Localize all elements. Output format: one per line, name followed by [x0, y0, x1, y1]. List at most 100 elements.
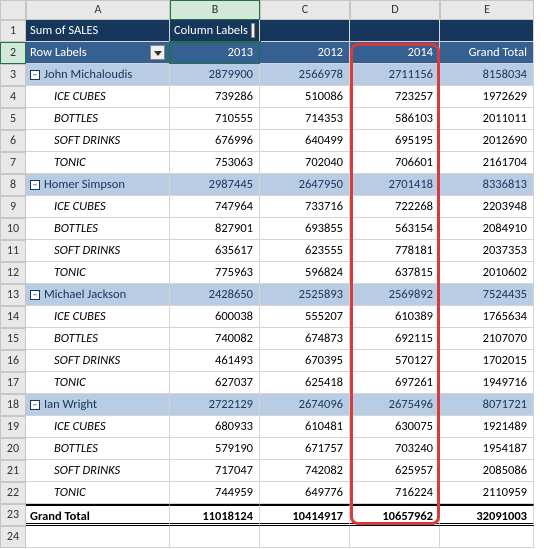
col-A[interactable]: A: [26, 0, 170, 20]
group-val[interactable]: 2647950: [260, 174, 350, 196]
group-val[interactable]: 2711156: [350, 64, 440, 86]
item-val[interactable]: 740082: [170, 328, 260, 350]
item-val[interactable]: 671757: [260, 438, 350, 460]
col-D[interactable]: D: [350, 0, 440, 20]
collapse-icon[interactable]: −: [30, 290, 40, 300]
item-val[interactable]: 555207: [260, 306, 350, 328]
row-labels-dropdown-icon[interactable]: [150, 45, 165, 60]
item-bottles[interactable]: BOTTLES: [26, 218, 170, 240]
item-val[interactable]: 1702015: [440, 350, 534, 372]
collapse-icon[interactable]: −: [30, 180, 40, 190]
column-labels-cell[interactable]: Column Labels: [170, 20, 260, 42]
item-val[interactable]: 670395: [260, 350, 350, 372]
row-7[interactable]: 7: [0, 152, 26, 174]
item-val[interactable]: 2084910: [440, 218, 534, 240]
row-12[interactable]: 12: [0, 262, 26, 284]
item-val[interactable]: 693855: [260, 218, 350, 240]
group-val[interactable]: 2701418: [350, 174, 440, 196]
item-val[interactable]: 579190: [170, 438, 260, 460]
row-16[interactable]: 16: [0, 350, 26, 372]
row-9[interactable]: 9: [0, 196, 26, 218]
row-20[interactable]: 20: [0, 438, 26, 460]
group-val[interactable]: 2674096: [260, 394, 350, 416]
item-val[interactable]: 2010602: [440, 262, 534, 284]
item-val[interactable]: 2110959: [440, 482, 534, 504]
item-val[interactable]: 703240: [350, 438, 440, 460]
row-19[interactable]: 19: [0, 416, 26, 438]
blank[interactable]: [440, 526, 534, 548]
row-18[interactable]: 18: [0, 394, 26, 416]
group-ian-wright[interactable]: −Ian Wright: [26, 394, 170, 416]
item-val[interactable]: 627037: [170, 372, 260, 394]
item-tonic[interactable]: TONIC: [26, 262, 170, 284]
item-val[interactable]: 2107070: [440, 328, 534, 350]
item-val[interactable]: 640499: [260, 130, 350, 152]
row-2[interactable]: 2: [0, 42, 26, 64]
grand-val[interactable]: 10657962: [350, 504, 440, 526]
item-val[interactable]: 1972629: [440, 86, 534, 108]
item-val[interactable]: 630075: [350, 416, 440, 438]
item-val[interactable]: 674873: [260, 328, 350, 350]
item-val[interactable]: 635617: [170, 240, 260, 262]
item-bottles[interactable]: BOTTLES: [26, 108, 170, 130]
item-val[interactable]: 610481: [260, 416, 350, 438]
row-5[interactable]: 5: [0, 108, 26, 130]
row-11[interactable]: 11: [0, 240, 26, 262]
item-soft-drinks[interactable]: SOFT DRINKS: [26, 350, 170, 372]
item-soft-drinks[interactable]: SOFT DRINKS: [26, 460, 170, 482]
year-2014[interactable]: 2014: [350, 42, 440, 64]
item-val[interactable]: 710555: [170, 108, 260, 130]
item-val[interactable]: 827901: [170, 218, 260, 240]
group-val[interactable]: 2722129: [170, 394, 260, 416]
row-13[interactable]: 13: [0, 284, 26, 306]
select-all[interactable]: [0, 0, 26, 20]
col-C[interactable]: C: [260, 0, 350, 20]
item-ice-cubes[interactable]: ICE CUBES: [26, 196, 170, 218]
item-bottles[interactable]: BOTTLES: [26, 438, 170, 460]
item-val[interactable]: 753063: [170, 152, 260, 174]
item-val[interactable]: 649776: [260, 482, 350, 504]
item-val[interactable]: 702040: [260, 152, 350, 174]
group-val[interactable]: 2987445: [170, 174, 260, 196]
item-val[interactable]: 1765634: [440, 306, 534, 328]
item-val[interactable]: 2203948: [440, 196, 534, 218]
item-ice-cubes[interactable]: ICE CUBES: [26, 86, 170, 108]
item-val[interactable]: 563154: [350, 218, 440, 240]
item-val[interactable]: 2037353: [440, 240, 534, 262]
item-val[interactable]: 637815: [350, 262, 440, 284]
item-tonic[interactable]: TONIC: [26, 372, 170, 394]
item-val[interactable]: 600038: [170, 306, 260, 328]
item-val[interactable]: 2085086: [440, 460, 534, 482]
item-val[interactable]: 747964: [170, 196, 260, 218]
group-val[interactable]: 2675496: [350, 394, 440, 416]
group-john-michaloudis[interactable]: −John Michaloudis: [26, 64, 170, 86]
group-val[interactable]: 2428650: [170, 284, 260, 306]
item-val[interactable]: 625418: [260, 372, 350, 394]
item-soft-drinks[interactable]: SOFT DRINKS: [26, 240, 170, 262]
item-val[interactable]: 723257: [350, 86, 440, 108]
row-10[interactable]: 10: [0, 218, 26, 240]
item-val[interactable]: 610389: [350, 306, 440, 328]
item-val[interactable]: 2161704: [440, 152, 534, 174]
row-8[interactable]: 8: [0, 174, 26, 196]
collapse-icon[interactable]: −: [30, 400, 40, 410]
row-23[interactable]: 23: [0, 504, 26, 526]
year-2013[interactable]: 2013: [170, 42, 260, 64]
item-soft-drinks[interactable]: SOFT DRINKS: [26, 130, 170, 152]
item-val[interactable]: 692115: [350, 328, 440, 350]
item-tonic[interactable]: TONIC: [26, 482, 170, 504]
item-val[interactable]: 722268: [350, 196, 440, 218]
grand-val[interactable]: 10414917: [260, 504, 350, 526]
blank[interactable]: [170, 526, 260, 548]
collapse-icon[interactable]: −: [30, 70, 40, 80]
row-6[interactable]: 6: [0, 130, 26, 152]
blank[interactable]: [350, 526, 440, 548]
row-4[interactable]: 4: [0, 86, 26, 108]
group-val[interactable]: 7524435: [440, 284, 534, 306]
item-val[interactable]: 2011011: [440, 108, 534, 130]
item-val[interactable]: 596824: [260, 262, 350, 284]
grand-val[interactable]: 32091003: [440, 504, 534, 526]
col-labels-dropdown-icon[interactable]: [251, 23, 255, 38]
group-val[interactable]: 2569892: [350, 284, 440, 306]
group-val[interactable]: 2566978: [260, 64, 350, 86]
